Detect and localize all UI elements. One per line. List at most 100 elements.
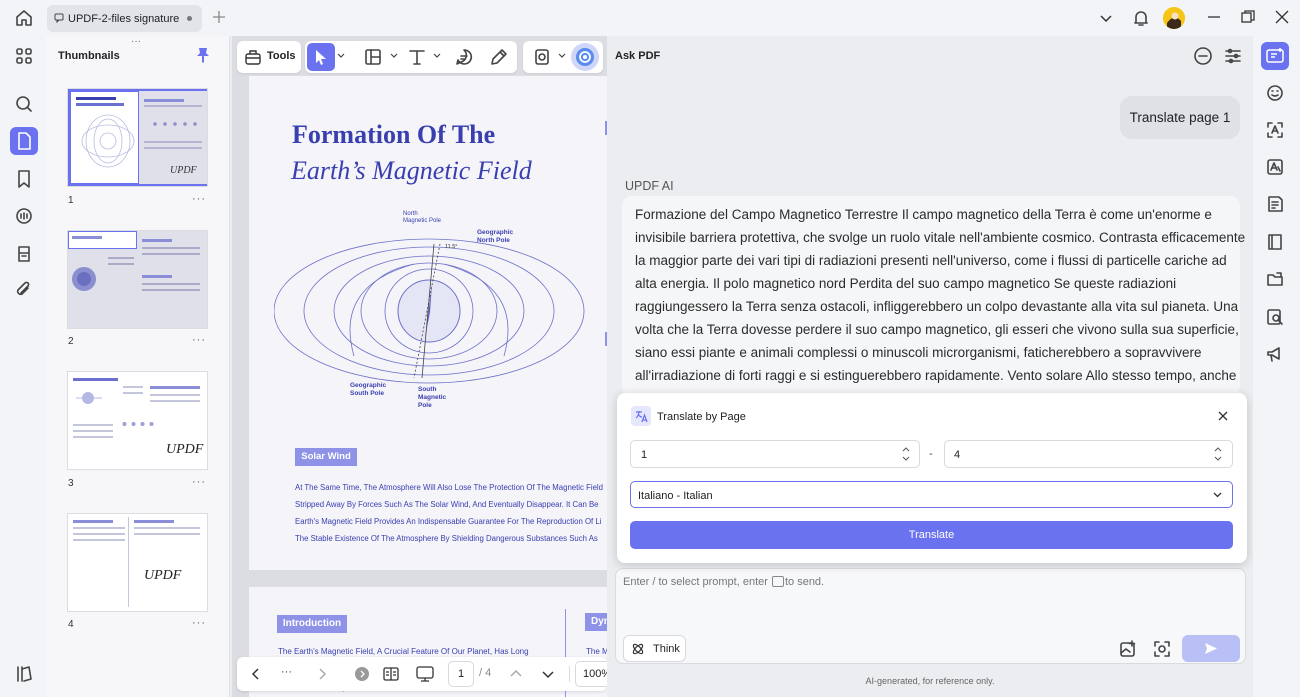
page-thumbnail-4[interactable]: UPDF	[68, 514, 207, 611]
ai-sender-label: UPDF AI	[625, 179, 674, 193]
bookmark-icon[interactable]	[10, 165, 38, 193]
more-options-icon[interactable]: ···	[281, 666, 292, 678]
recognize-text-icon[interactable]	[1265, 157, 1285, 177]
search-document-icon[interactable]	[1265, 307, 1285, 327]
text-tool-icon[interactable]	[407, 47, 427, 67]
stamp-icon[interactable]	[532, 47, 552, 67]
ai-assistant-icon[interactable]	[1261, 42, 1289, 70]
chevron-down-icon[interactable]	[558, 53, 566, 59]
select-tool-button[interactable]	[307, 43, 335, 71]
folder-export-icon[interactable]	[1265, 269, 1285, 289]
response-line: volta che la Terra dovesse perdere il su…	[635, 322, 1239, 337]
comments-icon[interactable]	[10, 202, 38, 230]
chevron-down-icon[interactable]	[433, 53, 441, 59]
home-icon[interactable]	[14, 8, 34, 28]
introduction-label: Introduction	[277, 615, 347, 633]
page-number-3: 3	[68, 478, 74, 489]
new-tab-icon[interactable]	[212, 10, 226, 24]
search-icon[interactable]	[10, 90, 38, 118]
unsaved-dot-icon[interactable]	[187, 16, 192, 21]
think-button[interactable]: Think	[623, 635, 686, 662]
chevron-right-icon[interactable]	[315, 667, 329, 681]
comment-bubble-icon[interactable]	[454, 47, 474, 67]
close-icon[interactable]	[1217, 410, 1229, 422]
prompt-input[interactable]: Enter / to select prompt, enter to send.…	[615, 568, 1246, 664]
apps-icon[interactable]	[10, 42, 38, 70]
placeholder-text-end: to send.	[784, 576, 825, 588]
to-page-value: 4	[954, 449, 961, 461]
tab-title: UPDF-2-files signature	[68, 13, 180, 25]
think-icon	[631, 642, 645, 656]
screenshot-icon[interactable]	[1152, 639, 1172, 659]
history-icon[interactable]	[1193, 46, 1213, 66]
zoom-field[interactable]: 100%	[575, 661, 607, 687]
collapse-icon[interactable]	[355, 667, 369, 681]
chevron-left-icon[interactable]	[249, 667, 263, 681]
pin-icon[interactable]	[196, 47, 210, 63]
restore-icon[interactable]	[1239, 8, 1259, 28]
page-thumbnail-3[interactable]: UPDF	[68, 372, 207, 469]
ask-pdf-panel: Ask PDF Translate page 1 UPDF AI Formazi…	[607, 36, 1253, 697]
edit-box-icon[interactable]	[363, 47, 383, 67]
avatar[interactable]	[1163, 7, 1185, 29]
translate-by-page-dialog: Translate by Page 1 - 4 Italiano - Itali…	[617, 393, 1247, 563]
chat-bot-icon[interactable]	[1265, 83, 1285, 103]
chevron-down-icon[interactable]	[541, 667, 555, 681]
settings-sliders-icon[interactable]	[1223, 46, 1243, 66]
page-layout-icon[interactable]	[382, 665, 400, 683]
updf-ai-button[interactable]	[571, 43, 599, 71]
solar-wind-label: Solar Wind	[295, 448, 357, 466]
chevron-up-icon[interactable]	[509, 667, 523, 681]
chevron-down-icon[interactable]	[337, 53, 345, 59]
thumbnail-more-1[interactable]: ···	[192, 193, 206, 205]
translate-button[interactable]: Translate	[630, 521, 1233, 549]
ocr-icon[interactable]	[1265, 120, 1285, 140]
close-window-icon[interactable]	[1273, 8, 1293, 28]
bell-icon[interactable]	[1131, 8, 1151, 28]
placeholder-text: Enter / to select prompt, enter	[623, 576, 768, 588]
language-select[interactable]: Italiano - Italian	[630, 481, 1233, 508]
thumbnails-nav-icon[interactable]	[10, 127, 38, 155]
thumbnail-more-2[interactable]: ···	[192, 334, 206, 346]
megaphone-icon[interactable]	[1265, 344, 1285, 364]
page-input[interactable]: 1 / 4	[448, 661, 506, 687]
chevron-down-icon	[1213, 492, 1222, 498]
minimize-icon[interactable]	[1205, 8, 1225, 28]
dynamics-label: Dyn	[585, 613, 607, 631]
chevron-down-icon[interactable]	[390, 53, 398, 59]
presentation-icon[interactable]	[415, 665, 435, 683]
book-icon[interactable]	[1265, 232, 1285, 252]
user-message-bubble: Translate page 1	[1120, 96, 1240, 139]
chevron-down-icon[interactable]	[1098, 10, 1114, 26]
response-line: alta energia. Il polo magnetico nord Per…	[635, 276, 1177, 291]
from-page-field[interactable]: 1	[630, 440, 920, 468]
doc-subtitle: Earth’s Magnetic Field	[291, 156, 532, 185]
paragraph-line: Stripped Away By Forces Such As The Sola…	[295, 500, 599, 509]
paperclip-icon[interactable]	[10, 276, 38, 304]
ai-response: Formazione del Campo Magnetico Terrestre…	[635, 203, 1245, 387]
thumbnail-panel: ··· Thumbnails UPDF 1 ··· 2 ··· UPDF 3 ·…	[46, 36, 230, 697]
layers-icon[interactable]	[10, 660, 38, 688]
document-viewer: Formation Of The Earth’s Magnetic Field …	[232, 36, 607, 697]
page-navigation-bar: ··· 1 / 4 100%	[237, 657, 607, 691]
response-line: raggiungessero la Terra senza ostacoli, …	[635, 299, 1239, 314]
attachments-panel-icon[interactable]	[10, 240, 38, 268]
page-thumbnail-1[interactable]: UPDF	[68, 89, 207, 186]
form-icon[interactable]	[1265, 194, 1285, 214]
south-magnetic-pole-label: South Magnetic Pole	[418, 386, 447, 409]
total-pages: / 4	[479, 667, 492, 679]
send-button[interactable]	[1182, 635, 1240, 662]
image-upload-icon[interactable]	[1118, 639, 1138, 659]
document-tab[interactable]: UPDF-2-files signature	[47, 5, 202, 32]
pen-icon[interactable]	[489, 47, 509, 67]
geographic-north-label: Geographic North Pole	[477, 229, 514, 244]
intro-line: The Earth's Magnetic Field, A Crucial Fe…	[278, 647, 529, 656]
current-page-field[interactable]: 1	[448, 661, 474, 687]
drag-handle[interactable]: ···	[131, 36, 141, 47]
thumbnail-more-3[interactable]: ···	[192, 476, 206, 488]
to-page-field[interactable]: 4	[944, 440, 1233, 468]
thumbnail-more-4[interactable]: ···	[192, 617, 206, 629]
tools-button[interactable]: Tools	[237, 41, 301, 73]
north-magnetic-pole-label: North Magnetic Pole	[403, 211, 442, 224]
page-thumbnail-2[interactable]	[68, 231, 207, 328]
